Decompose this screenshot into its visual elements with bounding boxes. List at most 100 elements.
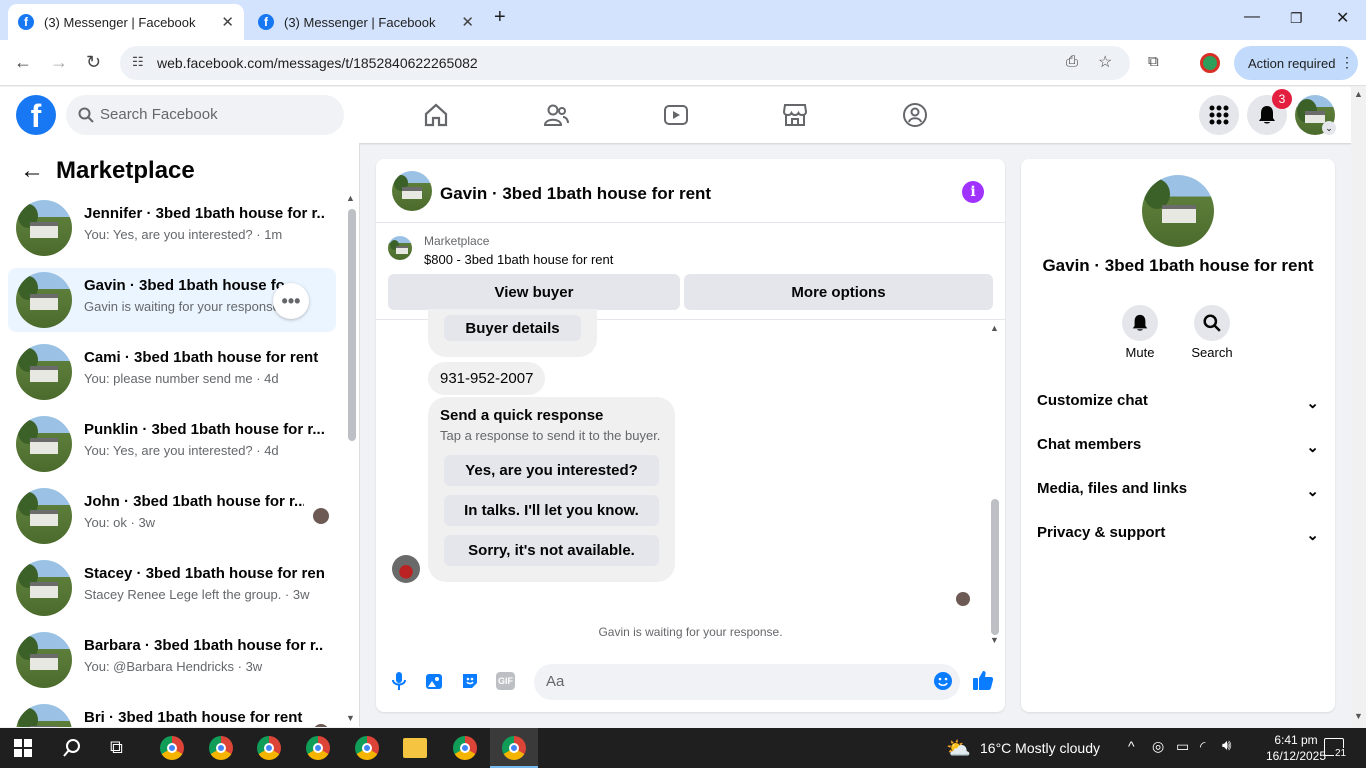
back-arrow-icon[interactable]: ← bbox=[20, 157, 44, 185]
chat-name: Bri · 3bed 1bath house for rent bbox=[84, 709, 303, 726]
chat-name: Jennifer · 3bed 1bath house for r... bbox=[84, 205, 324, 222]
restore-button[interactable]: ❐ bbox=[1290, 10, 1303, 27]
photo-icon[interactable] bbox=[424, 671, 444, 691]
groups-icon[interactable] bbox=[901, 101, 929, 129]
conversation-title[interactable]: Gavin · 3bed 1bath house for rent bbox=[440, 184, 711, 204]
back-button[interactable]: ← bbox=[14, 52, 32, 73]
menu-grid-button[interactable] bbox=[1199, 95, 1239, 135]
chrome-app-icon[interactable] bbox=[209, 736, 233, 760]
address-bar[interactable]: ☷ web.facebook.com/messages/t/1852840622… bbox=[120, 46, 1130, 80]
weather-icon[interactable]: ⛅ bbox=[946, 736, 971, 761]
chat-item-cami[interactable]: Cami · 3bed 1bath house for rent You: pl… bbox=[8, 340, 336, 404]
browser-tab[interactable]: f (3) Messenger | Facebook ✕ bbox=[248, 4, 484, 40]
account-chevron-icon[interactable]: ⌄ bbox=[1322, 121, 1336, 135]
thumbs-up-icon[interactable] bbox=[972, 669, 994, 691]
scroll-up-arrow-icon[interactable]: ▲ bbox=[1354, 89, 1363, 99]
info-icon[interactable]: i bbox=[962, 181, 984, 203]
read-receipt-avatar bbox=[956, 592, 970, 606]
file-explorer-icon[interactable] bbox=[403, 738, 427, 758]
scroll-up-arrow-icon[interactable]: ▲ bbox=[346, 193, 355, 203]
facebook-logo-icon[interactable]: f bbox=[16, 95, 56, 135]
chat-list-scrollbar[interactable] bbox=[348, 209, 356, 441]
show-hidden-icons-icon[interactable]: ^ bbox=[1128, 738, 1135, 754]
quick-response-button[interactable]: Yes, are you interested? bbox=[444, 455, 659, 486]
conversation-scrollbar[interactable] bbox=[991, 499, 999, 635]
windows-start-icon[interactable] bbox=[14, 739, 32, 757]
cast-icon[interactable]: ⧉ bbox=[1148, 53, 1159, 70]
sticker-icon[interactable] bbox=[460, 671, 480, 691]
chat-item-barbara[interactable]: Barbara · 3bed 1bath house for r... You:… bbox=[8, 628, 336, 692]
chrome-app-icon[interactable] bbox=[306, 736, 330, 760]
chrome-app-icon[interactable] bbox=[160, 736, 184, 760]
scroll-down-arrow-icon[interactable]: ▼ bbox=[1354, 711, 1363, 721]
chat-name: Barbara · 3bed 1bath house for r... bbox=[84, 637, 324, 654]
chat-preview: You: please number send me · 4d bbox=[84, 371, 279, 386]
close-window-button[interactable]: ✕ bbox=[1336, 8, 1349, 28]
chrome-app-icon[interactable] bbox=[355, 736, 379, 760]
meet-now-icon[interactable]: ◎ bbox=[1152, 738, 1164, 755]
conversation-avatar[interactable] bbox=[392, 171, 432, 211]
site-info-icon[interactable]: ☷ bbox=[132, 54, 144, 70]
chrome-app-icon[interactable] bbox=[257, 736, 281, 760]
scroll-down-arrow-icon[interactable]: ▼ bbox=[346, 713, 355, 723]
chat-item-john[interactable]: John · 3bed 1bath house for r... You: ok… bbox=[8, 484, 336, 548]
facebook-search-input[interactable]: Search Facebook bbox=[66, 95, 344, 135]
home-icon[interactable] bbox=[422, 101, 450, 129]
weather-text[interactable]: 16°C Mostly cloudy bbox=[980, 740, 1100, 756]
active-chrome-taskbar-button[interactable] bbox=[490, 728, 538, 768]
quick-response-button[interactable]: Sorry, it's not available. bbox=[444, 535, 659, 566]
chat-members-section[interactable]: Chat members ⌄ bbox=[1037, 436, 1319, 460]
chat-item-jennifer[interactable]: Jennifer · 3bed 1bath house for r... You… bbox=[8, 196, 336, 260]
browser-tab-active[interactable]: f (3) Messenger | Facebook ✕ bbox=[8, 4, 244, 40]
marketplace-icon[interactable] bbox=[781, 101, 809, 129]
menu-kebab-icon[interactable]: ⋮ bbox=[1340, 54, 1354, 71]
more-options-icon[interactable]: ••• bbox=[273, 283, 309, 319]
bookmark-star-icon[interactable]: ☆ bbox=[1098, 52, 1112, 72]
privacy-support-section[interactable]: Privacy & support ⌄ bbox=[1037, 524, 1319, 548]
search-icon[interactable] bbox=[62, 738, 82, 758]
quick-response-button[interactable]: In talks. I'll let you know. bbox=[444, 495, 659, 526]
task-view-icon[interactable]: ⧉ bbox=[110, 737, 123, 758]
chat-item-stacey[interactable]: Stacey · 3bed 1bath house for rent Stace… bbox=[8, 556, 336, 620]
gif-icon[interactable]: GIF bbox=[496, 672, 515, 690]
profile-avatar-icon[interactable] bbox=[1200, 53, 1220, 73]
chat-item-punklin[interactable]: Punklin · 3bed 1bath house for r... You:… bbox=[8, 412, 336, 476]
close-tab-icon[interactable]: ✕ bbox=[461, 13, 474, 31]
forward-button[interactable]: → bbox=[50, 52, 68, 73]
more-options-button[interactable]: More options bbox=[684, 274, 993, 310]
chat-item-gavin[interactable]: Gavin · 3bed 1bath house for rent Gavin … bbox=[8, 268, 336, 332]
mute-button[interactable] bbox=[1122, 305, 1158, 341]
wifi-icon[interactable]: ◜ bbox=[1200, 738, 1205, 755]
view-buyer-button[interactable]: View buyer bbox=[388, 274, 680, 310]
install-app-icon[interactable]: ⎙ bbox=[1066, 53, 1078, 70]
volume-icon[interactable]: 🔊︎ bbox=[1222, 737, 1231, 754]
close-tab-icon[interactable]: ✕ bbox=[221, 13, 234, 31]
video-icon[interactable] bbox=[662, 101, 690, 129]
new-tab-button[interactable]: + bbox=[494, 6, 506, 29]
minimize-button[interactable]: — bbox=[1244, 8, 1260, 26]
chrome-app-icon[interactable] bbox=[453, 736, 477, 760]
conversation-details-panel: Gavin · 3bed 1bath house for rent Mute S… bbox=[1021, 159, 1335, 712]
buyer-avatar[interactable] bbox=[392, 555, 420, 583]
action-required-button[interactable]: Action required ⋮ bbox=[1234, 46, 1358, 80]
emoji-icon[interactable] bbox=[933, 671, 953, 691]
conversation-large-avatar[interactable] bbox=[1142, 175, 1214, 247]
customize-chat-section[interactable]: Customize chat ⌄ bbox=[1037, 392, 1319, 416]
clock[interactable]: 6:41 pm 16/12/2025 bbox=[1265, 732, 1327, 764]
phone-number-text: 931-952-2007 bbox=[440, 370, 534, 387]
page-scrollbar[interactable]: ▲ ▼ bbox=[1351, 87, 1366, 727]
chat-avatar bbox=[16, 416, 72, 472]
microphone-icon[interactable] bbox=[389, 671, 409, 691]
chat-item-bri[interactable]: Bri · 3bed 1bath house for rent bbox=[8, 700, 336, 727]
message-input[interactable]: Aa bbox=[534, 664, 960, 700]
network-icon[interactable]: ▭ bbox=[1176, 738, 1189, 755]
media-files-links-section[interactable]: Media, files and links ⌄ bbox=[1037, 480, 1319, 504]
scroll-down-arrow-icon[interactable]: ▼ bbox=[990, 635, 999, 645]
chat-name: Punklin · 3bed 1bath house for r... bbox=[84, 421, 324, 438]
search-conversation-button[interactable] bbox=[1194, 305, 1230, 341]
reload-button[interactable]: ↻ bbox=[86, 52, 101, 73]
friends-icon[interactable] bbox=[542, 101, 570, 129]
scroll-up-arrow-icon[interactable]: ▲ bbox=[990, 323, 999, 333]
buyer-details-button[interactable]: Buyer details bbox=[444, 315, 581, 341]
chevron-down-icon: ⌄ bbox=[1306, 395, 1319, 412]
